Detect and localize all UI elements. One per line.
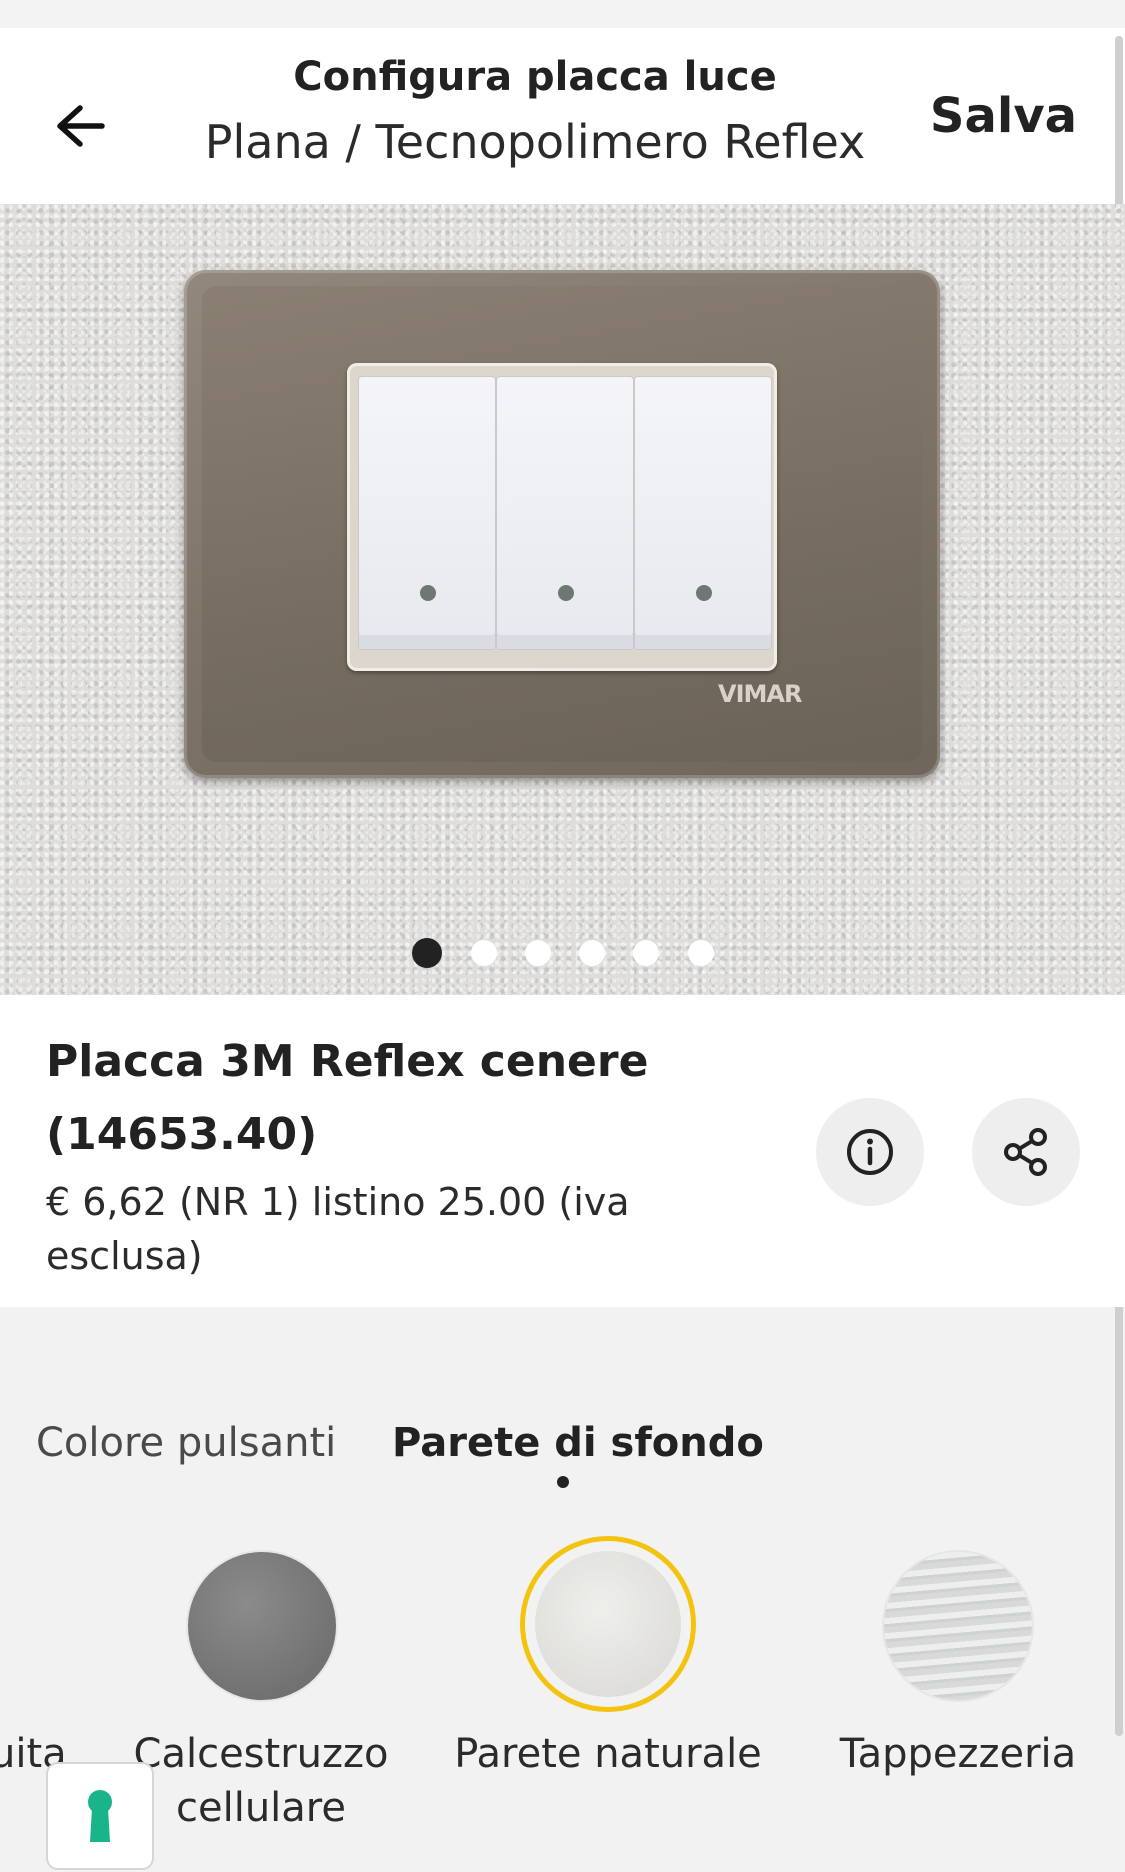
wall-plate: VIMAR bbox=[184, 270, 940, 778]
page-title: Configura placca luce bbox=[293, 54, 777, 100]
page-subtitle: Plana / Tecnopolimero Reflex bbox=[204, 115, 866, 169]
swatch-label-calcestruzzo: Calcestruzzo cellulare bbox=[133, 1731, 389, 1831]
carousel-dots bbox=[0, 932, 1125, 972]
share-button[interactable] bbox=[972, 1098, 1080, 1206]
carousel-dot-1[interactable] bbox=[412, 938, 442, 968]
plate-preview: VIMAR bbox=[0, 204, 1125, 995]
switch-button-1 bbox=[359, 377, 495, 649]
switch-button-3 bbox=[635, 377, 771, 649]
carousel-dot-6[interactable] bbox=[688, 940, 714, 966]
info-button[interactable] bbox=[816, 1098, 924, 1206]
product-name: Placca 3M Reflex cenere (14653.40) bbox=[46, 1036, 649, 1160]
swatch-calcestruzzo-cellulare[interactable] bbox=[188, 1552, 336, 1700]
swatch-label-tappezzeria: Tappezzeria bbox=[839, 1731, 1077, 1777]
switch-frame bbox=[347, 363, 777, 671]
swatch-label-parete-naturale: Parete naturale bbox=[454, 1731, 762, 1777]
carousel-dot-2[interactable] bbox=[471, 940, 497, 966]
status-bar-area bbox=[0, 0, 1125, 28]
product-info: Placca 3M Reflex cenere (14653.40) € 6,6… bbox=[0, 995, 1125, 1307]
carousel-dot-4[interactable] bbox=[579, 940, 605, 966]
share-icon bbox=[1004, 1128, 1047, 1176]
carousel-dot-5[interactable] bbox=[633, 940, 659, 966]
brand-logo: VIMAR bbox=[718, 680, 802, 708]
app-header: Configura placca luce Plana / Tecnopolim… bbox=[0, 28, 1125, 204]
floating-lock-button[interactable] bbox=[46, 1762, 154, 1870]
info-icon bbox=[847, 1129, 893, 1175]
led-indicator bbox=[420, 585, 436, 601]
tab-colore-pulsanti[interactable]: Colore pulsanti bbox=[36, 1420, 336, 1466]
led-indicator bbox=[558, 585, 574, 601]
option-tabs: Colore pulsanti Parete di sfondo bbox=[0, 1410, 1125, 1490]
save-button[interactable]: Salva bbox=[930, 88, 1077, 144]
swatch-parete-naturale[interactable] bbox=[520, 1536, 696, 1712]
tab-parete-di-sfondo[interactable]: Parete di sfondo bbox=[392, 1420, 764, 1466]
keyhole-icon bbox=[88, 1790, 112, 1842]
active-tab-indicator bbox=[557, 1476, 569, 1488]
swatch-tappezzeria[interactable] bbox=[884, 1552, 1032, 1700]
led-indicator bbox=[696, 585, 712, 601]
switch-button-2 bbox=[497, 377, 633, 649]
carousel-dot-3[interactable] bbox=[525, 940, 551, 966]
product-price: € 6,62 (NR 1) listino 25.00 (iva esclusa… bbox=[46, 1180, 630, 1278]
swatch-parete-naturale-texture bbox=[535, 1551, 681, 1697]
